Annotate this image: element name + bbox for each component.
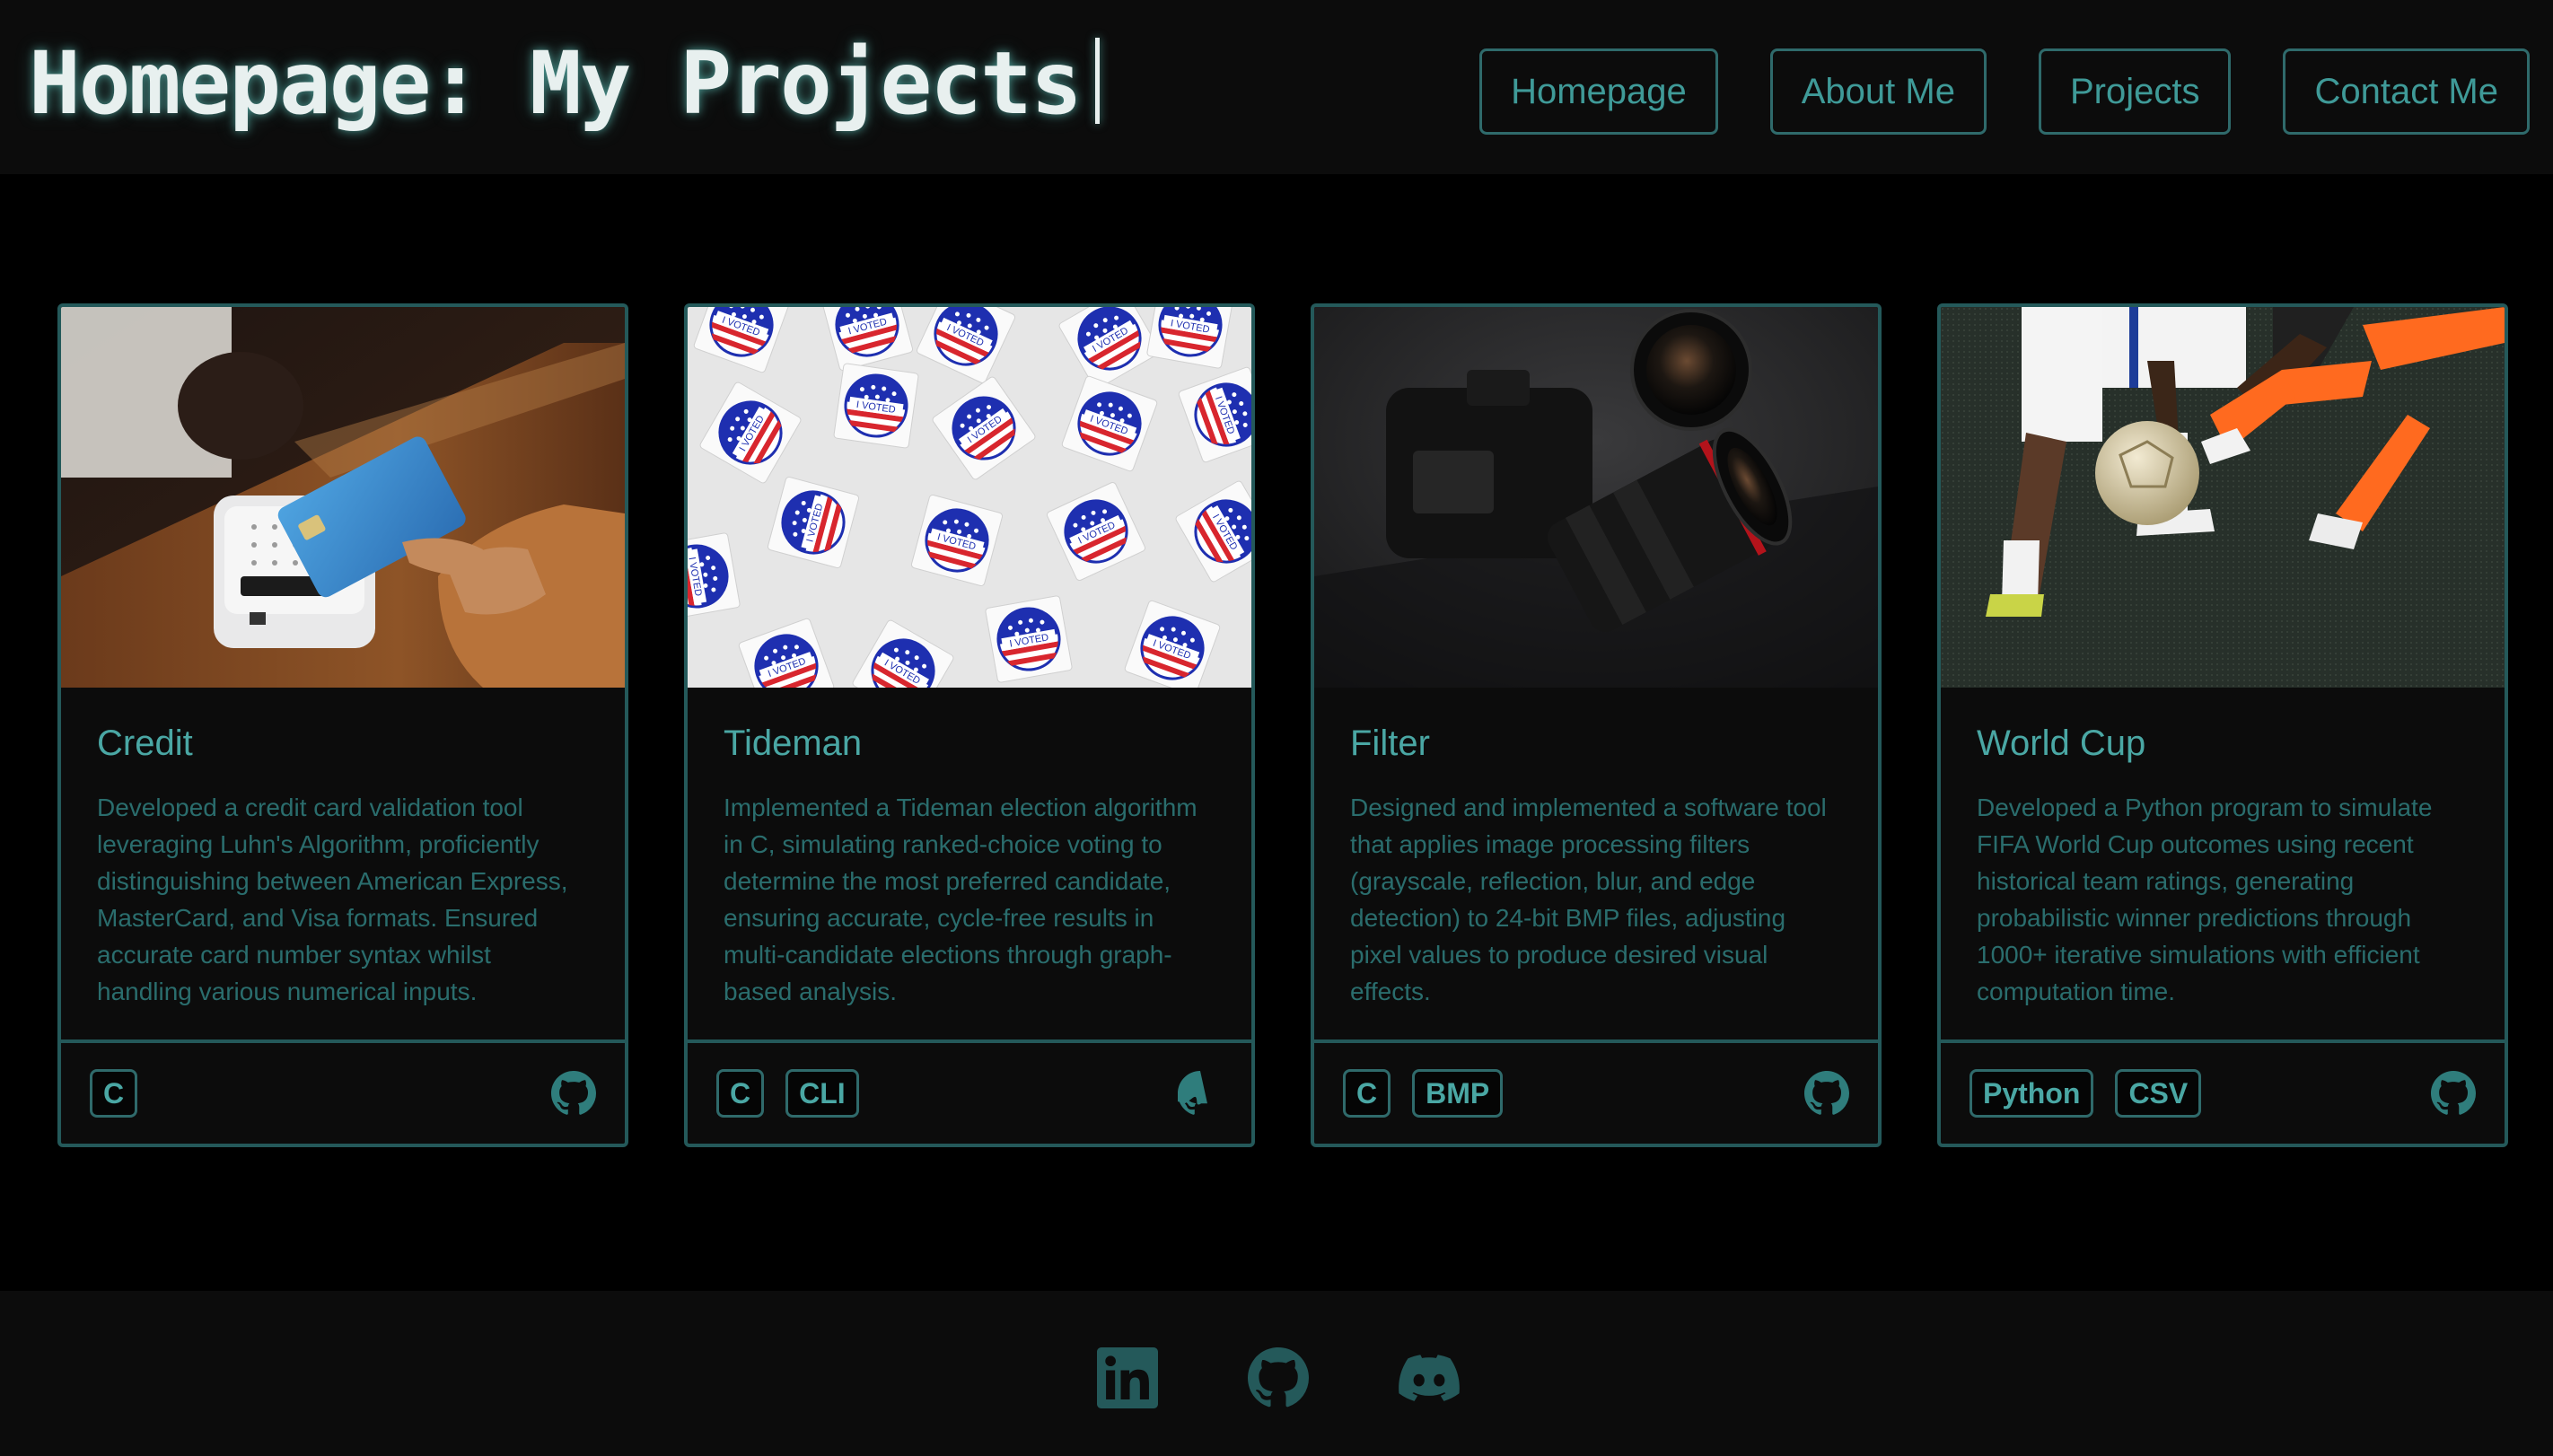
card-footer: C xyxy=(61,1039,625,1144)
camera-lens-photo xyxy=(1314,307,1878,688)
card-body: World Cup Developed a Python program to … xyxy=(1941,688,2505,1043)
github-icon[interactable] xyxy=(1248,1347,1309,1408)
card-description: Developed a Python program to simulate F… xyxy=(1977,794,2433,1005)
tech-tag: C xyxy=(1343,1069,1391,1118)
voted-sticker: I VOTED xyxy=(985,595,1073,683)
tag-list: C BMP xyxy=(1343,1069,1504,1118)
nav-projects-button[interactable]: Projects xyxy=(2038,48,2232,135)
github-icon[interactable] xyxy=(2431,1071,2476,1116)
page-title-text: Homepage: My Projects xyxy=(29,33,1083,134)
github-icon[interactable] xyxy=(1804,1071,1849,1116)
tech-tag: BMP xyxy=(1412,1069,1504,1118)
page-title: Homepage: My Projects xyxy=(29,34,1100,133)
tag-list: C CLI xyxy=(716,1069,859,1118)
football-players-photo: 16 xyxy=(1941,307,2505,688)
tech-tag: C xyxy=(90,1069,138,1118)
typing-caret xyxy=(1094,38,1100,124)
card-footer: C BMP xyxy=(1314,1039,1878,1144)
github-icon[interactable] xyxy=(551,1071,596,1116)
project-card-world-cup: 16 World Cup Devel xyxy=(1937,303,2508,1147)
tag-list: C xyxy=(90,1069,138,1118)
card-footer: Python CSV xyxy=(1941,1039,2505,1144)
tech-tag: CLI xyxy=(785,1069,859,1118)
tag-list: Python CSV xyxy=(1970,1069,2202,1118)
card-body: Credit Developed a credit card validatio… xyxy=(61,688,625,1043)
social-links xyxy=(1097,1347,1460,1408)
github-icon[interactable] xyxy=(1178,1071,1223,1116)
card-title: Credit xyxy=(97,724,193,763)
card-description: Implemented a Tideman election algorithm… xyxy=(724,794,1198,1005)
nav-contact-me-button[interactable]: Contact Me xyxy=(2283,48,2530,135)
voted-stickers-photo: I VOTED I VOTED I VOTED I VOTED I VOTED I VOT… xyxy=(688,307,1251,688)
nav-homepage-button[interactable]: Homepage xyxy=(1479,48,1718,135)
card-description: Developed a credit card validation tool … xyxy=(97,794,568,1005)
site-header: Homepage: My Projects Homepage About Me … xyxy=(0,0,2553,174)
card-description: Designed and implemented a software tool… xyxy=(1350,794,1827,1005)
main-nav: Homepage About Me Projects Contact Me xyxy=(1479,48,2530,135)
tech-tag: CSV xyxy=(2115,1069,2202,1118)
linkedin-icon[interactable] xyxy=(1097,1347,1158,1408)
card-title: Filter xyxy=(1350,724,1430,763)
project-card-filter: Filter Designed and implemented a softwa… xyxy=(1311,303,1882,1147)
tech-tag: C xyxy=(716,1069,765,1118)
card-footer: C CLI xyxy=(688,1039,1251,1144)
tech-tag: Python xyxy=(1970,1069,2094,1118)
credit-card-payment-photo xyxy=(61,307,625,688)
nav-about-me-button[interactable]: About Me xyxy=(1769,48,1987,135)
project-card-credit: Credit Developed a credit card validatio… xyxy=(57,303,628,1147)
card-title: World Cup xyxy=(1977,724,2146,763)
card-title: Tideman xyxy=(724,724,863,763)
voted-sticker: I VOTED xyxy=(833,363,919,449)
card-body: Tideman Implemented a Tideman election a… xyxy=(688,688,1251,1043)
card-body: Filter Designed and implemented a softwa… xyxy=(1314,688,1878,1043)
project-grid: Credit Developed a credit card validatio… xyxy=(57,303,2508,1147)
discord-icon[interactable] xyxy=(1399,1347,1460,1408)
project-card-tideman: I VOTED I VOTED I VOTED I VOTED I VOTED I VOT… xyxy=(684,303,1255,1147)
